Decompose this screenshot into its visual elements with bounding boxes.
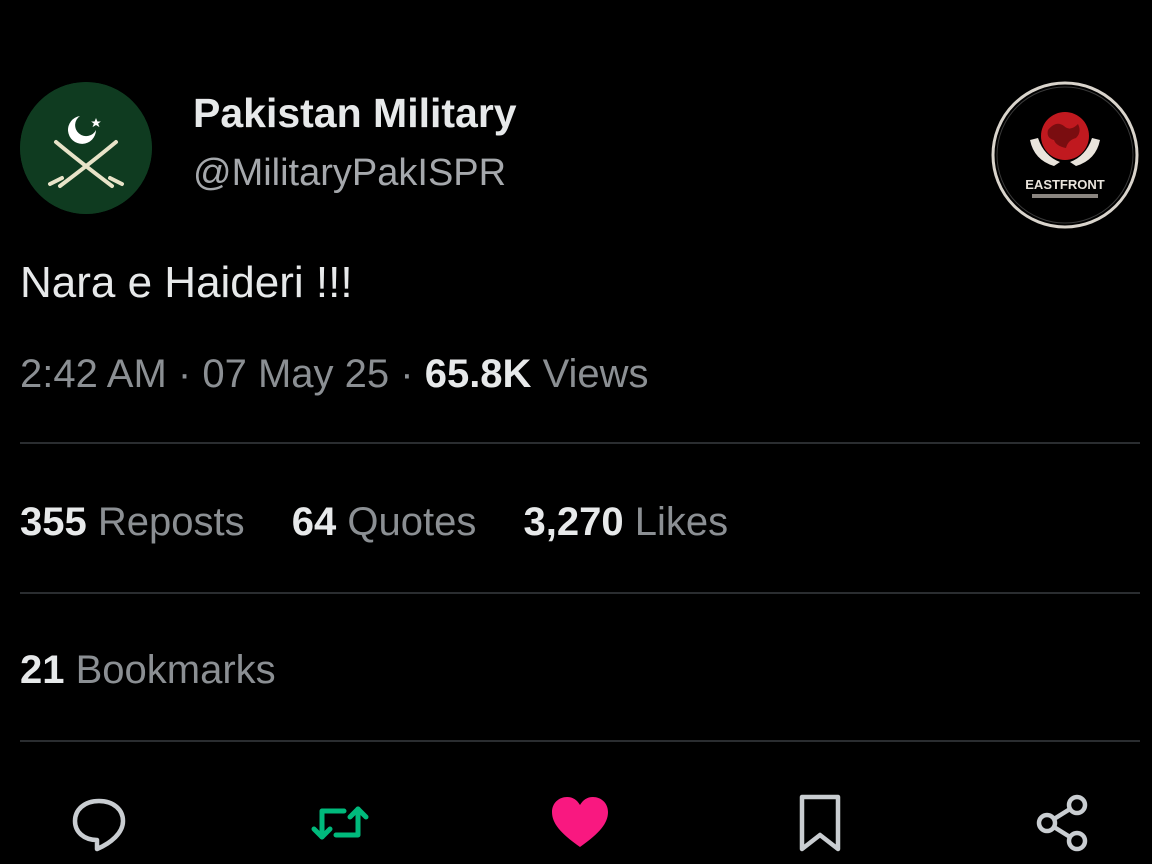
user-handle[interactable]: @MilitaryPakISPR [193, 152, 506, 195]
engagement-stats: 355 Reposts 64 Quotes 3,270 Likes [20, 500, 764, 545]
reposts-count: 355 [20, 500, 87, 544]
bookmarks-stat[interactable]: 21 Bookmarks [20, 648, 276, 693]
likes-count: 3,270 [523, 500, 624, 544]
tweet-date[interactable]: 07 May 25 [202, 352, 389, 396]
eastfront-logo: EASTFRONT [990, 80, 1140, 230]
tweet-text: Nara e Haideri !!! [20, 258, 353, 307]
crescent-swords-emblem-icon [20, 82, 152, 214]
display-name[interactable]: Pakistan Military [193, 90, 517, 137]
divider [20, 442, 1140, 444]
heart-icon [552, 797, 608, 847]
likes-stat[interactable]: 3,270 Likes [523, 500, 728, 545]
views-count: 65.8K [424, 352, 532, 396]
bookmark-button[interactable] [785, 788, 855, 858]
bookmarks-label: Bookmarks [75, 648, 276, 692]
divider [20, 740, 1140, 742]
tweet-meta: 2:42 AM · 07 May 25 · 65.8K Views [20, 352, 649, 397]
share-button[interactable] [1028, 788, 1098, 858]
repost-arrows-icon [311, 806, 369, 840]
watermark-text: EASTFRONT [1025, 177, 1105, 192]
views-label: Views [542, 352, 649, 396]
meta-separator: · [400, 352, 414, 396]
quotes-stat[interactable]: 64 Quotes [292, 500, 477, 545]
reposts-label: Reposts [97, 500, 245, 544]
quotes-count: 64 [291, 500, 337, 544]
quotes-label: Quotes [347, 500, 477, 544]
reposts-stat[interactable]: 355 Reposts [20, 500, 245, 545]
tweet-time[interactable]: 2:42 AM [20, 352, 167, 396]
share-nodes-icon [1036, 794, 1088, 852]
divider [20, 592, 1140, 594]
reply-button[interactable] [64, 788, 134, 858]
likes-label: Likes [634, 500, 729, 544]
bookmark-icon [799, 794, 841, 852]
bookmarks-count: 21 [20, 648, 65, 692]
meta-separator: · [177, 352, 192, 396]
avatar[interactable] [20, 82, 152, 214]
reply-bubble-icon [72, 798, 126, 852]
like-button[interactable] [545, 788, 615, 858]
eastfront-logo-icon: EASTFRONT [991, 81, 1139, 229]
repost-button[interactable] [305, 788, 375, 858]
